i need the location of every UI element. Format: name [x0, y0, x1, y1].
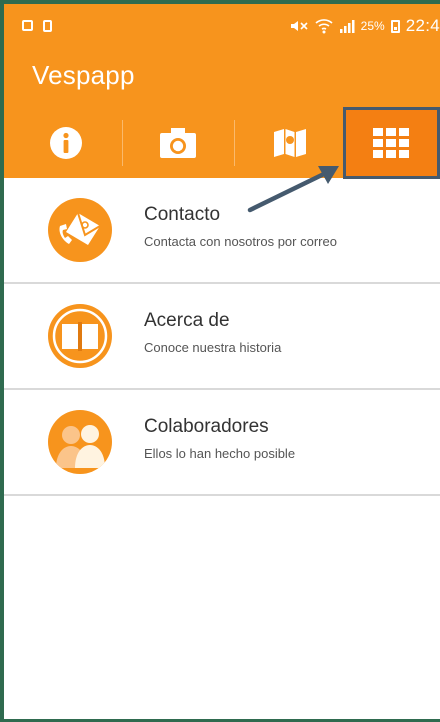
- menu-item-subtitle: Ellos lo han hecho posible: [144, 446, 296, 461]
- app-bar: Vespapp: [4, 46, 440, 108]
- battery-percent: 25%: [360, 19, 385, 33]
- wifi-icon: [315, 19, 333, 34]
- signal-icon: [339, 20, 355, 33]
- camera-icon: [160, 128, 196, 158]
- status-right: 25% 22:4: [289, 16, 440, 36]
- tab-more[interactable]: [343, 107, 440, 179]
- menu-item-subtitle: Conoce nuestra historia: [144, 340, 282, 355]
- menu-item-title: Colaboradores: [144, 416, 269, 437]
- info-icon: [50, 127, 82, 159]
- status-left: [22, 20, 52, 32]
- menu-item-title: Contacto: [144, 204, 221, 225]
- tab-info[interactable]: [10, 108, 122, 178]
- people-icon: [48, 410, 112, 474]
- battery-icon: [390, 19, 400, 33]
- menu-item-acerca-de[interactable]: Acerca de Conoce nuestra historia: [4, 284, 440, 390]
- tab-camera[interactable]: [122, 108, 234, 178]
- book-icon: [48, 304, 112, 368]
- menu-item-colaboradores[interactable]: Colaboradores Ellos lo han hecho posible: [4, 390, 440, 496]
- device-notification-icon: [43, 20, 52, 32]
- menu-item-contacto[interactable]: Contacto Contacta con nosotros por corre…: [4, 178, 440, 284]
- app-title: Vespapp: [32, 60, 135, 90]
- status-bar: 25% 22:4: [4, 4, 440, 46]
- clock: 22:4: [405, 16, 440, 35]
- menu-item-title: Acerca de: [144, 310, 230, 331]
- mute-icon: [290, 21, 308, 31]
- menu-list: Contacto Contacta con nosotros por corre…: [4, 178, 440, 496]
- menu-item-subtitle: Contacta con nosotros por correo: [144, 234, 337, 249]
- grid-icon: [373, 128, 409, 158]
- contact-mail-icon: [48, 198, 112, 262]
- gallery-notification-icon: [22, 20, 33, 31]
